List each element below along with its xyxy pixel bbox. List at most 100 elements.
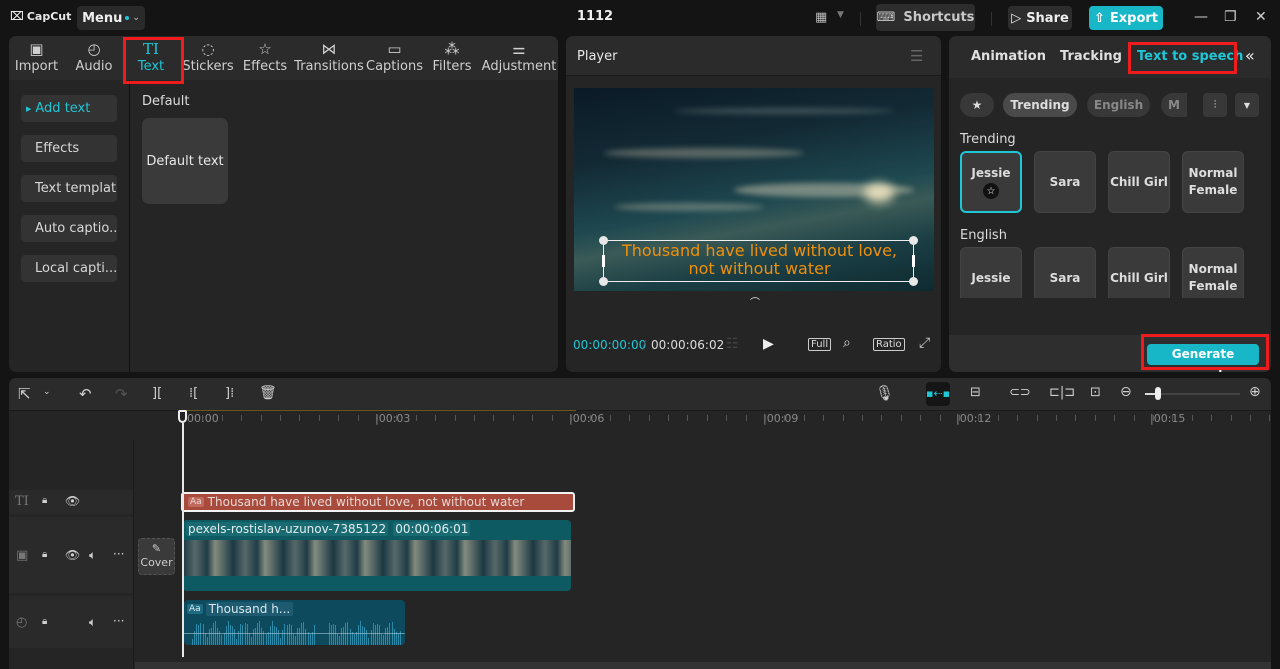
main-track-magnet-button[interactable]: ▪⇠▪ <box>926 382 950 406</box>
lock-icon[interactable]: 🔒︎ <box>42 495 47 506</box>
more-options-icon[interactable]: ··· <box>113 614 124 628</box>
voice-card-normal-female[interactable]: Normal Female <box>1182 151 1244 213</box>
cover-button[interactable]: ✎ Cover <box>138 538 175 575</box>
restore-icon[interactable]: ❐ <box>1224 9 1237 25</box>
undo-icon[interactable]: ↶ <box>79 385 92 403</box>
fullscreen-icon[interactable]: ⤢ <box>919 335 930 351</box>
layout-icon[interactable]: ▦ <box>815 10 827 25</box>
export-button[interactable]: ⇧ Export <box>1089 6 1163 30</box>
collapse-panel-icon[interactable]: « <box>1245 46 1255 65</box>
section-title-trending: Trending <box>960 132 1016 147</box>
video-thumbnails <box>183 540 571 576</box>
menu-button[interactable]: Menu ⌄ <box>77 6 145 30</box>
favorite-star-icon[interactable]: ☆ <box>983 183 999 199</box>
sidebar-item-effects[interactable]: Effects <box>21 135 117 162</box>
default-text-card[interactable]: Default text <box>142 118 228 204</box>
voice-card-sara[interactable]: Sara <box>1034 247 1096 298</box>
waveform-bar <box>280 638 282 645</box>
speaker-icon[interactable]: 🔈︎ <box>89 548 96 563</box>
tab-adjustment[interactable]: ⚌ Adjustment <box>481 36 557 80</box>
sidebar-item-local-captions[interactable]: Local capti... <box>21 255 117 282</box>
resize-handle[interactable] <box>599 277 608 286</box>
lock-icon[interactable]: 🔒︎ <box>42 549 47 560</box>
video-clip[interactable]: pexels-rostislav-uzunov-7385122 00:00:06… <box>183 520 571 591</box>
ruler-zoom-icon[interactable]: ⊡ <box>1090 385 1101 400</box>
zoom-out-icon[interactable]: ⊖ <box>1120 384 1132 400</box>
tab-filters[interactable]: ⁂ Filters <box>423 36 481 80</box>
close-icon[interactable]: ✕ <box>1255 9 1267 25</box>
tab-import[interactable]: ▣ Import <box>9 36 64 80</box>
tab-text[interactable]: TI Text <box>124 36 178 80</box>
sort-filter-button[interactable]: ⫶ <box>1203 93 1227 117</box>
tab-audio[interactable]: ◴ Audio <box>64 36 124 80</box>
preview-axis-icon[interactable]: ⊏|⊐ <box>1049 385 1075 400</box>
shortcuts-button[interactable]: ⌨ Shortcuts <box>876 4 975 31</box>
voice-card-jessie[interactable]: Jessie ☆ <box>960 151 1022 213</box>
audio-waveform <box>192 617 402 645</box>
zoom-slider-handle[interactable] <box>1155 387 1161 400</box>
voice-card-normal-female[interactable]: Normal Female <box>1182 247 1244 298</box>
tab-tracking[interactable]: Tracking <box>1060 49 1122 64</box>
favorites-filter[interactable]: ★ <box>960 93 994 117</box>
sidebar-item-text-template[interactable]: Text template <box>21 175 117 202</box>
filter-trending[interactable]: Trending <box>1003 93 1077 117</box>
more-options-icon[interactable]: ··· <box>113 547 124 561</box>
split-right-icon[interactable]: ]⁞ <box>225 386 234 401</box>
eye-icon[interactable]: 👁︎ <box>65 548 80 562</box>
waveform-bar <box>349 628 351 645</box>
filter-more[interactable]: M <box>1161 93 1187 117</box>
playhead-line[interactable] <box>182 423 184 657</box>
horizontal-scrollbar[interactable] <box>135 662 1271 669</box>
waveform-toggle-icon[interactable]: ☷ <box>726 336 739 352</box>
resize-handle[interactable] <box>909 277 918 286</box>
ratio-button[interactable]: Ratio <box>873 338 905 351</box>
tab-effects[interactable]: ☆ Effects <box>238 36 292 80</box>
microphone-icon[interactable]: 🎙 <box>875 384 894 402</box>
tab-text-to-speech[interactable]: Text to speech <box>1137 49 1243 64</box>
chevron-down-icon: ⌄ <box>132 13 140 23</box>
chevron-down-icon[interactable]: ▼ <box>837 10 844 20</box>
split-left-icon[interactable]: ⁞[ <box>189 386 198 401</box>
ruler-tick <box>455 415 456 421</box>
ruler-tick <box>319 415 320 421</box>
tab-animation[interactable]: Animation <box>971 49 1046 64</box>
lock-icon[interactable]: 🔒︎ <box>42 616 47 627</box>
voice-card-chill-girl[interactable]: Chill Girl <box>1108 247 1170 298</box>
caption-selection-box[interactable]: Thousand have lived without love, not wi… <box>599 236 918 286</box>
tab-captions[interactable]: ▭ Captions <box>366 36 423 80</box>
redo-icon[interactable]: ↷ <box>115 385 128 403</box>
ruler-tick <box>804 415 805 421</box>
play-button[interactable]: ▶ <box>763 336 774 352</box>
voice-card-chill-girl[interactable]: Chill Girl <box>1108 151 1170 213</box>
filter-english[interactable]: English <box>1087 93 1150 117</box>
waveform-bar <box>334 624 336 645</box>
voice-card-jessie[interactable]: Jessie <box>960 247 1022 298</box>
ruler-tick <box>629 415 630 421</box>
auto-snap-icon[interactable]: ⊟ <box>970 385 981 400</box>
voice-card-sara[interactable]: Sara <box>1034 151 1096 213</box>
audio-clip[interactable]: Aa Thousand h... <box>184 600 405 645</box>
split-icon[interactable]: ][ <box>152 386 162 401</box>
dropdown-button[interactable]: ▼ <box>1235 93 1259 117</box>
text-clip[interactable]: Aa Thousand have lived without love, not… <box>181 492 575 512</box>
eye-icon[interactable]: 👁︎ <box>65 494 80 508</box>
tab-transitions[interactable]: ⋈ Transitions <box>292 36 366 80</box>
full-quality-button[interactable]: Full <box>808 338 832 351</box>
select-tool-icon[interactable]: ⇱ <box>18 385 31 403</box>
link-icon[interactable]: ⊂⊃ <box>1009 385 1031 400</box>
sidebar-item-add-text[interactable]: ▶ Add text <box>21 95 117 122</box>
playhead-handle[interactable] <box>178 410 187 423</box>
delete-icon[interactable]: 🗑 <box>259 385 277 401</box>
tab-stickers[interactable]: ◌ Stickers <box>178 36 238 80</box>
zoom-fit-icon[interactable]: ⌕ <box>843 335 851 351</box>
hamburger-menu-icon[interactable]: ☰ <box>910 47 923 65</box>
speaker-icon[interactable]: 🔈︎ <box>89 615 96 630</box>
section-title: Default <box>142 94 190 109</box>
chevron-down-icon[interactable]: ⌄ <box>43 387 51 397</box>
share-button[interactable]: ▷ Share <box>1008 6 1072 30</box>
zoom-in-icon[interactable]: ⊕ <box>1249 384 1261 400</box>
collapse-up-icon[interactable]: ⌒ <box>750 294 760 309</box>
generate-speech-button[interactable]: Generate speech <box>1147 344 1259 372</box>
sidebar-item-auto-captions[interactable]: Auto captio... <box>21 215 117 242</box>
minimize-icon[interactable]: — <box>1194 9 1208 25</box>
